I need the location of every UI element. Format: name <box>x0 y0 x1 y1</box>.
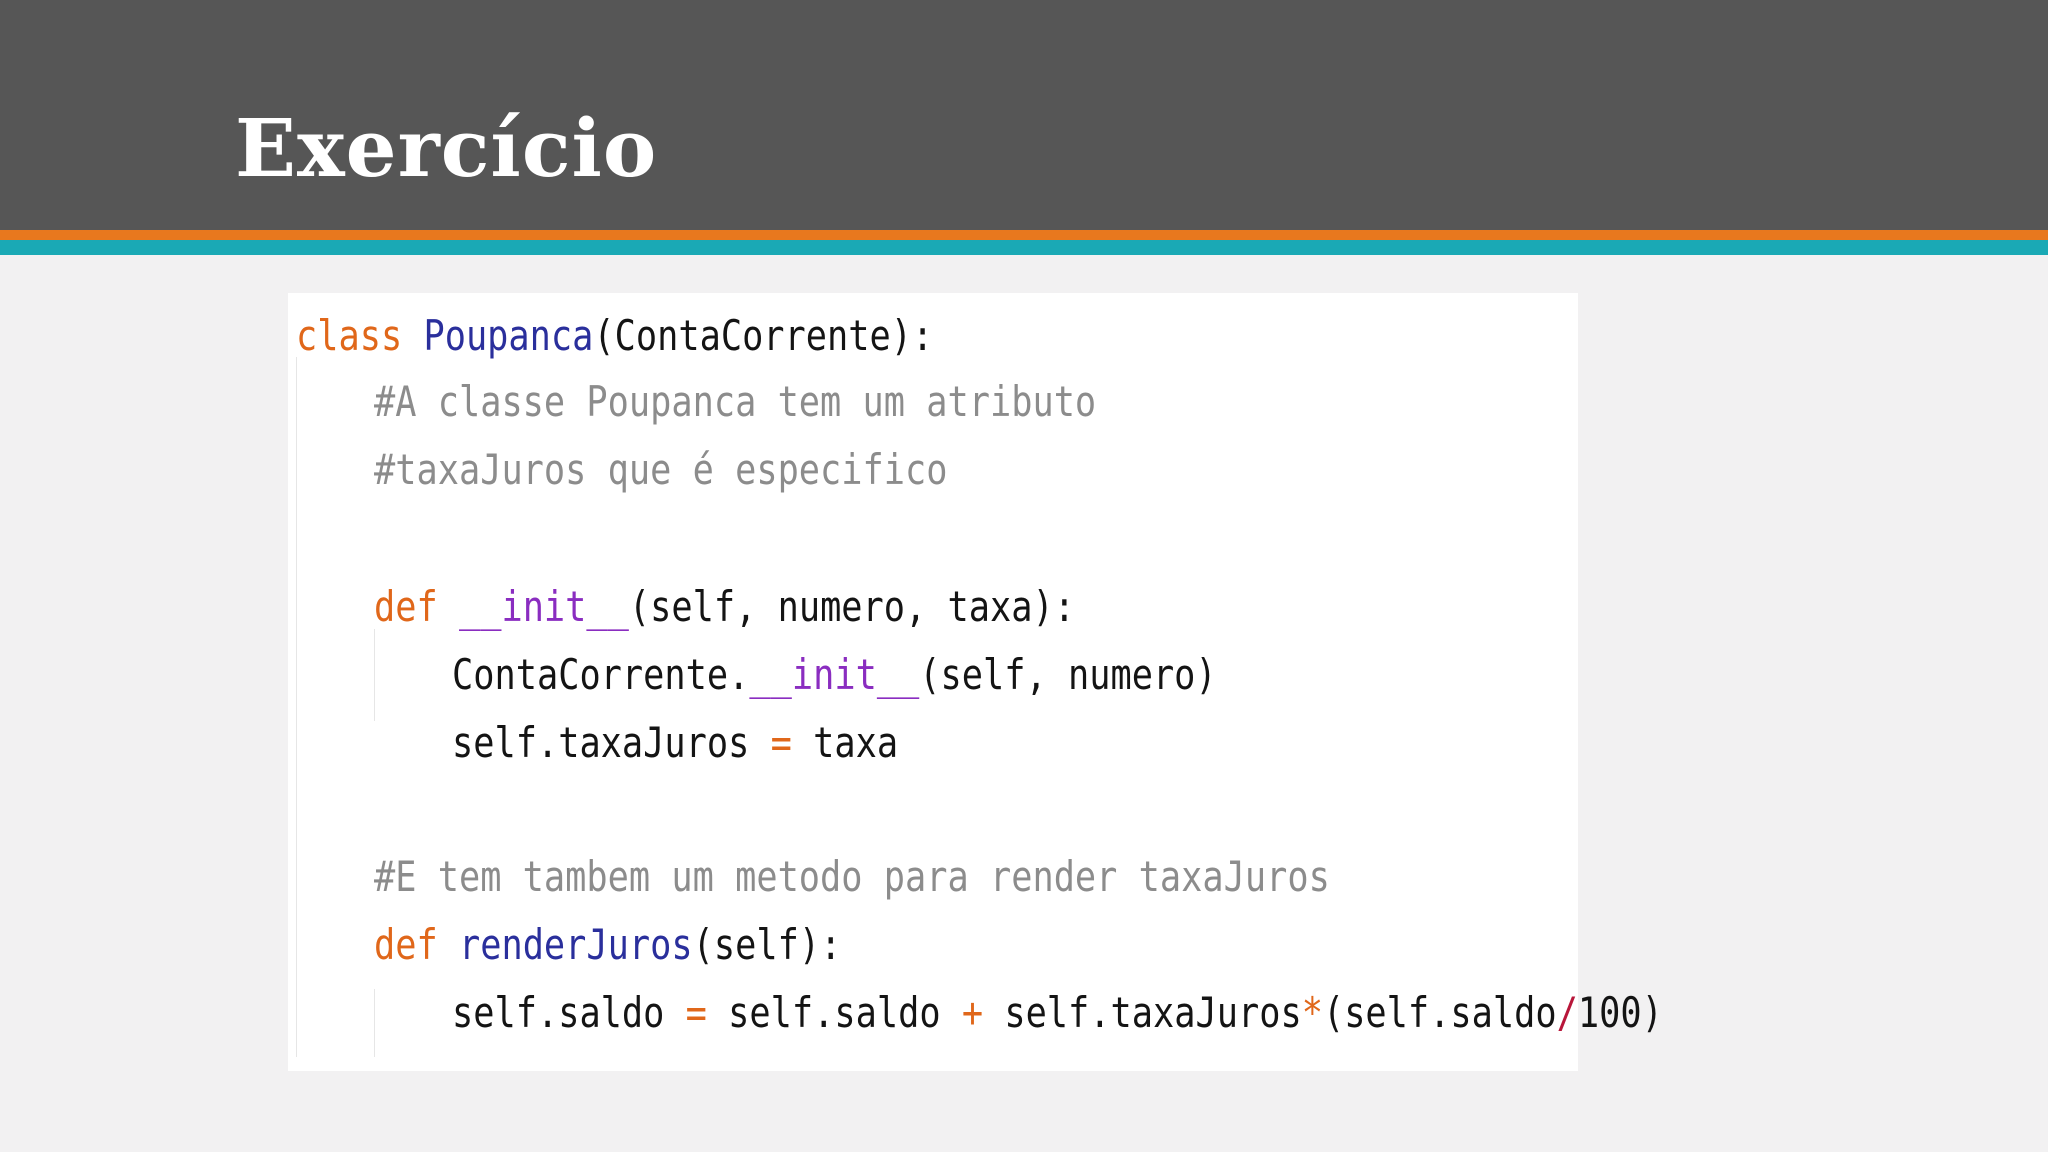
call-args: (self, numero) <box>919 650 1217 699</box>
method-params: (self): <box>692 920 842 969</box>
expr-term: self.saldo <box>728 988 941 1037</box>
keyword-def: def <box>374 582 438 631</box>
expr-term: (self.saldo <box>1322 988 1557 1037</box>
assign-value: taxa <box>813 718 899 767</box>
assign-operator: = <box>685 988 707 1037</box>
code-line-init-def: def __init__(self, numero, taxa): <box>374 586 1075 628</box>
code-line-assign-taxa: self.taxaJuros = taxa <box>452 722 898 764</box>
code-line-super-init: ContaCorrente.__init__(self, numero) <box>452 654 1217 696</box>
assign-operator: = <box>770 718 792 767</box>
slide-title: Exercício <box>235 101 658 195</box>
slide-header: Exercício <box>0 0 2048 230</box>
method-name-init: __init__ <box>749 650 920 699</box>
code-snippet-image: class Poupanca(ContaCorrente): #A classe… <box>288 293 1663 1071</box>
keyword-def: def <box>374 920 438 969</box>
class-bases: (ContaCorrente): <box>593 311 934 360</box>
indent-guide <box>374 629 375 721</box>
parent-class-ref: ContaCorrente. <box>452 650 750 699</box>
method-name-render: renderJuros <box>458 920 693 969</box>
method-name-init: __init__ <box>458 582 629 631</box>
accent-stripe-teal <box>0 240 2048 255</box>
multiply-operator: * <box>1301 988 1323 1037</box>
plus-operator: + <box>961 988 984 1037</box>
code-line-render-def: def renderJuros(self): <box>374 924 841 966</box>
code-line-saldo-update: self.saldo = self.saldo + self.taxaJuros… <box>452 992 1663 1034</box>
method-params: (self, numero, taxa): <box>628 582 1075 631</box>
accent-stripe-orange <box>0 230 2048 240</box>
expr-term: 100) <box>1577 988 1663 1037</box>
code-line-class-def: class Poupanca(ContaCorrente): <box>296 315 933 357</box>
divide-operator: / <box>1556 988 1578 1037</box>
code-comment-line: #A classe Poupanca tem um atributo <box>374 377 1097 426</box>
code-comment-line: #taxaJuros que é especifico <box>374 445 948 494</box>
expr-term: self.taxaJuros <box>1004 988 1302 1037</box>
assign-target: self.saldo <box>452 988 665 1037</box>
code-comment-line: #E tem tambem um metodo para render taxa… <box>374 852 1330 901</box>
indent-guide <box>374 989 375 1057</box>
indent-guide <box>296 357 297 1057</box>
class-name: Poupanca <box>423 311 594 360</box>
keyword-class: class <box>296 311 403 360</box>
assign-target: self.taxaJuros <box>452 718 750 767</box>
